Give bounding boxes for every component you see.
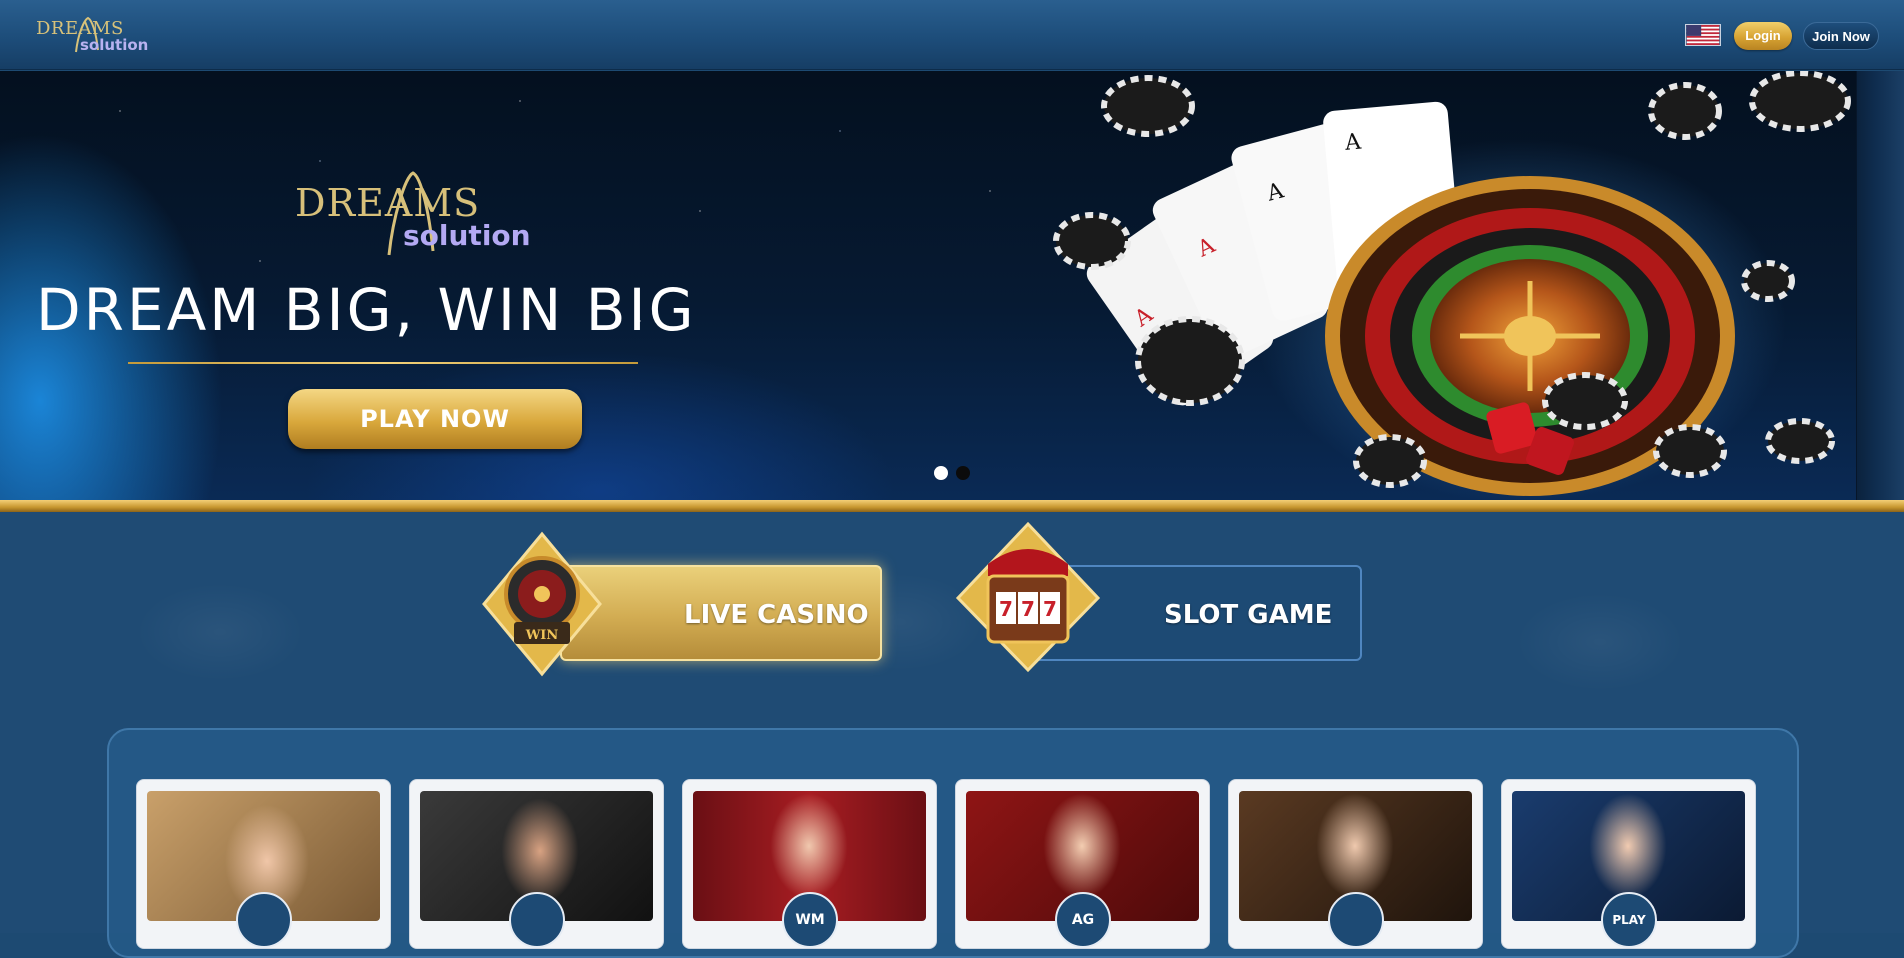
roulette-wheel-icon: WIN (482, 531, 602, 677)
provider-logo-1 (236, 892, 292, 948)
provider-card-2[interactable] (409, 779, 664, 949)
svg-text:7: 7 (1021, 597, 1035, 621)
banner-logo-word-bottom: solution (403, 219, 531, 252)
provider-card-6[interactable]: PLAY (1501, 779, 1756, 949)
provider-logo-wm: WM (782, 892, 838, 948)
join-now-button[interactable]: Join Now (1803, 22, 1879, 50)
tab-live-casino-label: LIVE CASINO (684, 600, 869, 630)
carousel-dot-2[interactable] (956, 466, 970, 480)
tagline-underline (128, 362, 638, 364)
provider-logo-5 (1328, 892, 1384, 948)
logo-word-bottom: solution (80, 36, 149, 54)
provider-logo-2 (509, 892, 565, 948)
banner-tagline: DREAM BIG, WIN BIG (36, 276, 697, 344)
provider-logo-play: PLAY (1601, 892, 1657, 948)
banner-casino-illustration: A A A A (1053, 71, 1851, 496)
provider-card-4[interactable]: AG (955, 779, 1210, 949)
tab-slot-game-label: SLOT GAME (1164, 600, 1333, 630)
carousel-dot-1[interactable] (934, 466, 948, 480)
provider-card-3[interactable]: WM (682, 779, 937, 949)
top-navbar: DREAMS solution Login Join Now (0, 0, 1904, 70)
hero-banner[interactable]: DREAMS solution DREAM BIG, WIN BIG PLAY … (0, 71, 1856, 500)
login-button[interactable]: Login (1734, 22, 1792, 50)
svg-text:A: A (1343, 129, 1363, 155)
us-flag-icon[interactable] (1685, 24, 1721, 46)
gold-divider (0, 500, 1904, 512)
slot-machine-icon: 7 7 7 (955, 521, 1101, 673)
banner-logo: DREAMS solution (295, 167, 565, 262)
svg-text:7: 7 (1043, 597, 1057, 621)
svg-text:7: 7 (999, 597, 1013, 621)
banner-next-slide-peek (1856, 71, 1904, 500)
provider-logo-ag: AG (1055, 892, 1111, 948)
site-logo[interactable]: DREAMS solution (36, 12, 149, 58)
svg-text:WIN: WIN (525, 628, 559, 643)
provider-card-1[interactable] (136, 779, 391, 949)
tab-live-casino[interactable]: LIVE CASINO (560, 565, 882, 661)
provider-card-5[interactable] (1228, 779, 1483, 949)
play-now-button[interactable]: PLAY NOW (288, 389, 582, 449)
